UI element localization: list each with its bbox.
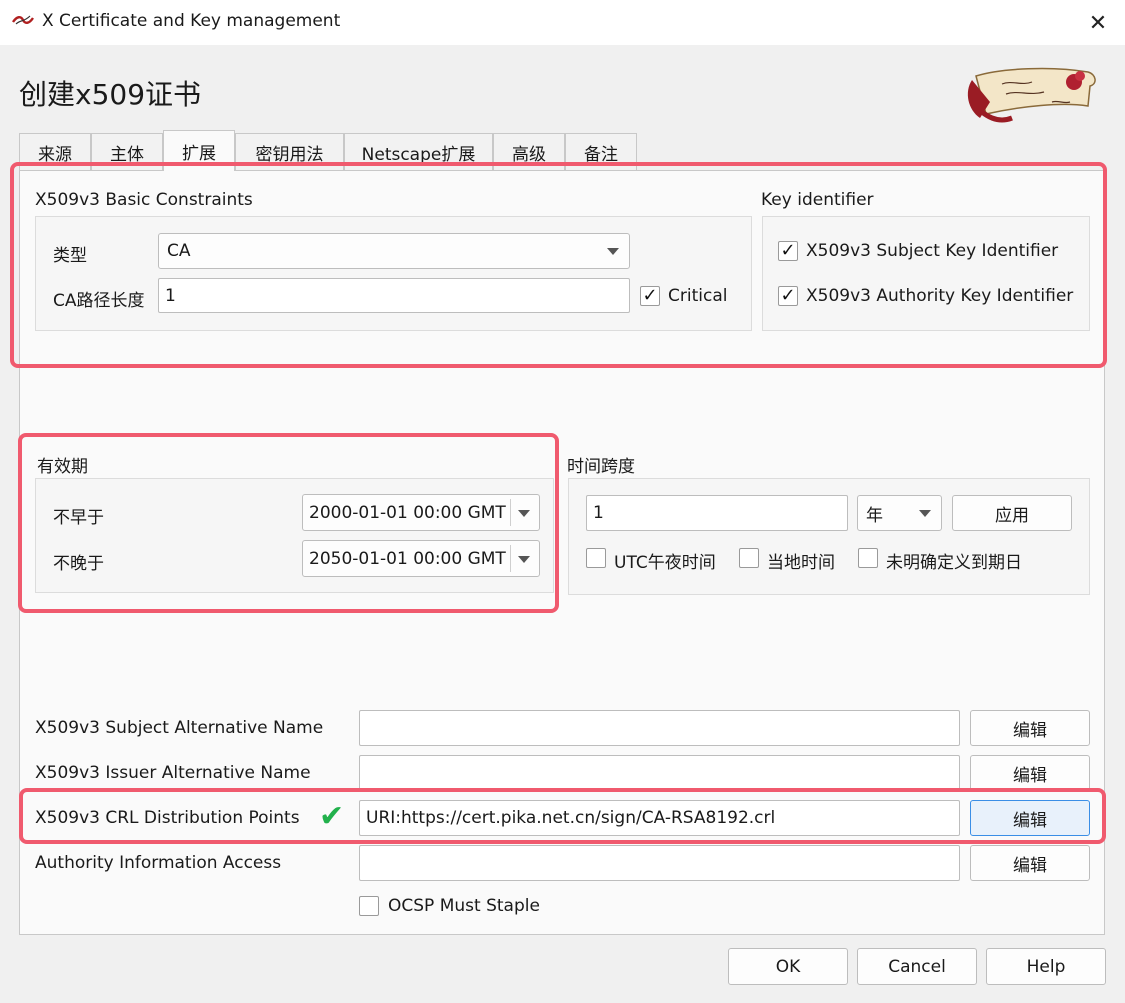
pathlen-label: CA路径长度 [53,291,145,311]
chevron-down-icon [919,510,931,517]
critical-checkbox[interactable]: ✓ [640,286,660,306]
authority-key-id-checkbox[interactable]: ✓ [778,286,798,306]
cancel-button[interactable]: Cancel [857,948,977,985]
tab-comment[interactable]: 备注 [565,133,637,170]
ok-button[interactable]: OK [728,948,848,985]
not-before-datetime[interactable]: 2000-01-01 00:00 GMT [302,494,540,531]
not-before-label: 不早于 [53,508,104,528]
ian-input[interactable] [359,755,960,791]
critical-label: Critical [668,286,728,306]
basic-constraints-title: X509v3 Basic Constraints [35,190,253,210]
local-time-label: 当地时间 [767,553,835,573]
close-button[interactable]: ✕ [1076,6,1120,40]
xca-scroll-logo [967,67,1096,123]
aia-label: Authority Information Access [35,853,282,873]
authority-key-id-label: X509v3 Authority Key Identifier [806,286,1074,306]
type-select[interactable]: CA [158,233,630,269]
tab-key-usage[interactable]: 密钥用法 [235,133,344,170]
tab-netscape[interactable]: Netscape扩展 [344,133,493,170]
divider [510,499,511,526]
key-identifier-title: Key identifier [761,190,874,210]
utc-midnight-label: UTC午夜时间 [614,553,716,573]
tab-subject[interactable]: 主体 [91,133,163,170]
ocsp-must-staple-checkbox[interactable] [359,896,379,916]
chevron-down-icon [518,555,530,563]
not-after-value: 2050-01-01 00:00 GMT [309,548,506,569]
tab-advanced[interactable]: 高级 [493,133,565,170]
type-value: CA [167,241,191,261]
not-after-label: 不晚于 [53,554,104,574]
subject-key-id-label: X509v3 Subject Key Identifier [806,241,1059,261]
not-before-value: 2000-01-01 00:00 GMT [309,502,506,523]
time-range-unit-value: 年 [866,505,883,526]
aia-edit-button[interactable]: 编辑 [970,845,1090,881]
ian-label: X509v3 Issuer Alternative Name [35,763,311,783]
not-after-datetime[interactable]: 2050-01-01 00:00 GMT [302,540,540,577]
validity-title: 有效期 [37,457,88,477]
app-icon [12,15,34,25]
check-icon: ✓ [642,285,658,306]
check-icon: ✓ [780,240,796,261]
chevron-down-icon [607,248,619,255]
page-title: 创建x509证书 [19,78,202,111]
tab-extensions[interactable]: 扩展 [163,130,235,171]
apply-button[interactable]: 应用 [952,495,1072,531]
san-input[interactable] [359,710,960,746]
type-label: 类型 [53,246,87,266]
window-title: X Certificate and Key management [42,11,341,31]
crl-edit-button[interactable]: 编辑 [970,800,1090,836]
time-range-unit-select[interactable]: 年 [857,495,942,531]
no-expiry-label: 未明确定义到期日 [886,553,1022,573]
check-icon: ✓ [780,285,796,306]
subject-key-id-checkbox[interactable]: ✓ [778,241,798,261]
ocsp-must-staple-label: OCSP Must Staple [388,896,540,916]
local-time-checkbox[interactable] [739,548,759,568]
key-identifier-group [762,216,1090,331]
help-button[interactable]: Help [986,948,1106,985]
utc-midnight-checkbox[interactable] [586,548,606,568]
san-label: X509v3 Subject Alternative Name [35,718,324,738]
tab-source[interactable]: 来源 [19,133,91,170]
time-range-amount-input[interactable]: 1 [586,495,848,531]
divider [510,545,511,572]
ian-edit-button[interactable]: 编辑 [970,755,1090,791]
crl-input[interactable]: URI:https://cert.pika.net.cn/sign/CA-RSA… [359,800,960,836]
san-edit-button[interactable]: 编辑 [970,710,1090,746]
close-icon: ✕ [1088,10,1108,36]
no-expiry-checkbox[interactable] [858,548,878,568]
aia-input[interactable] [359,845,960,881]
green-check-icon: ✔ [319,799,345,834]
chevron-down-icon [518,509,530,517]
time-range-title: 时间跨度 [567,457,635,477]
pathlen-input[interactable]: 1 [158,278,630,313]
crl-label: X509v3 CRL Distribution Points [35,808,300,828]
